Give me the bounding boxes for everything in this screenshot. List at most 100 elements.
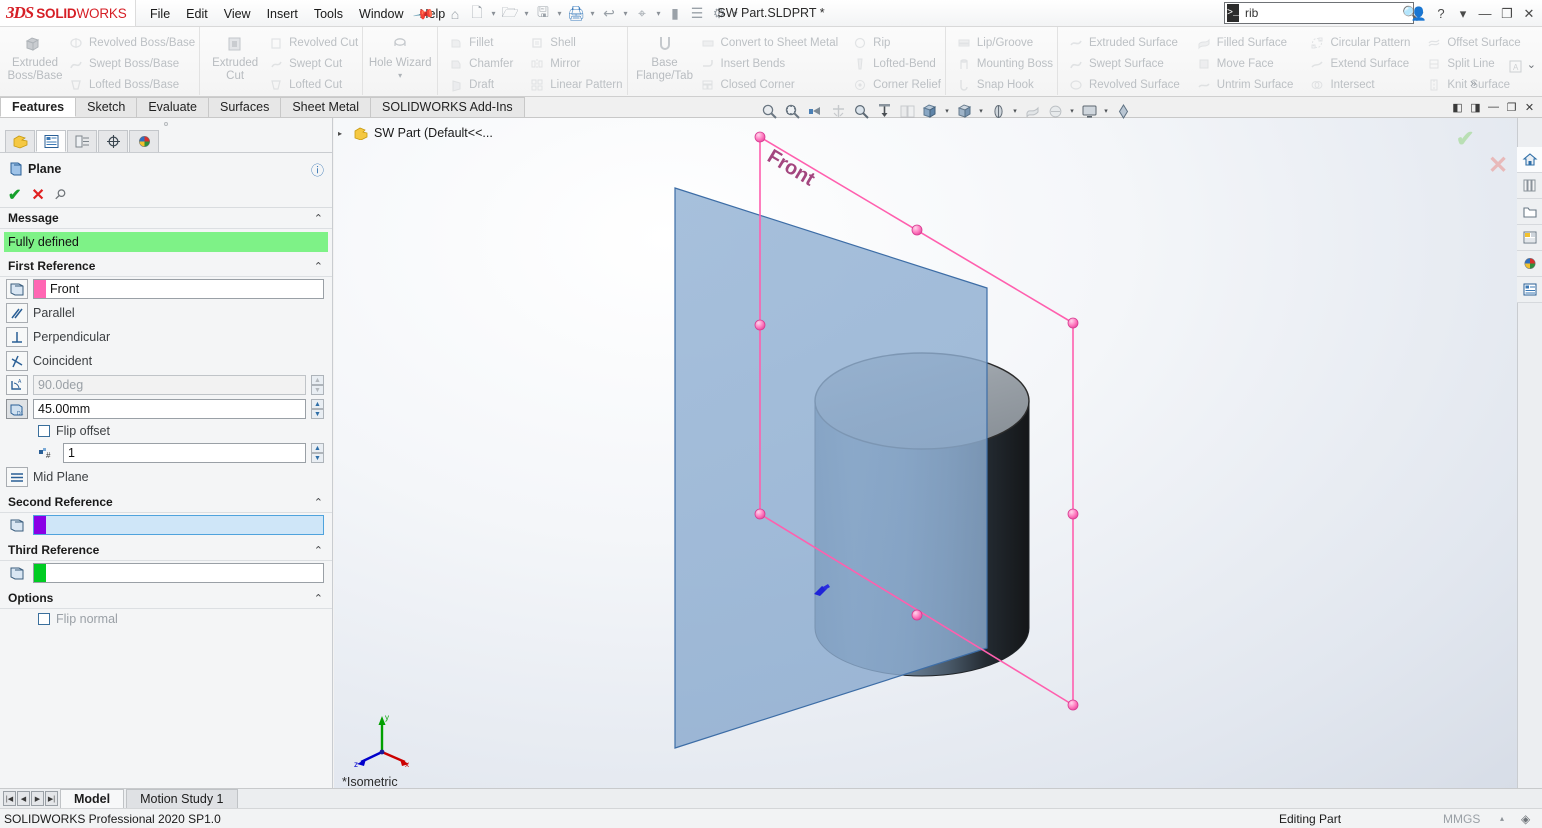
coincident-constraint-row[interactable]: Coincident	[0, 349, 332, 373]
save-icon[interactable]: 🖫	[532, 1, 554, 27]
move-face-item[interactable]: Move Face	[1194, 53, 1294, 74]
rebuild-icon[interactable]: ▮	[664, 1, 686, 27]
search-input[interactable]	[1239, 5, 1402, 21]
perpendicular-constraint-row[interactable]: Perpendicular	[0, 325, 332, 349]
base-flange-tab-button[interactable]: BaseFlange/Tab	[632, 29, 698, 82]
filled-surface-item[interactable]: Filled Surface	[1194, 32, 1294, 53]
section-message-header[interactable]: Message ⌃	[0, 208, 332, 229]
section-third-reference-chevron-icon[interactable]: ⌃	[314, 544, 323, 557]
text-tool-icon[interactable]: A	[1507, 58, 1524, 78]
task-pane-design-library[interactable]	[1517, 173, 1542, 199]
options-list-icon[interactable]: ☰	[686, 1, 708, 27]
menu-view[interactable]: View	[216, 3, 259, 25]
feature-manager-tab[interactable]	[5, 130, 35, 152]
circular-pattern-item[interactable]: Circular Pattern	[1307, 32, 1410, 53]
rip-item[interactable]: Rip	[850, 32, 941, 53]
section-message-chevron-icon[interactable]: ⌃	[314, 212, 323, 225]
doc-close-icon[interactable]: ✕	[1521, 99, 1538, 116]
display-manager-tab[interactable]	[129, 130, 159, 152]
tab-features[interactable]: Features	[0, 97, 76, 117]
tab-evaluate[interactable]: Evaluate	[136, 97, 209, 117]
search-box[interactable]: >_ 🔍 ▾	[1224, 2, 1414, 24]
lip-groove-item[interactable]: Lip/Groove	[954, 32, 1053, 53]
restore-icon[interactable]: ❐	[1496, 1, 1518, 27]
solidworks-logo[interactable]: 3DS SOLIDWORKS	[0, 0, 136, 27]
new-document-icon[interactable]: 🗋	[466, 1, 488, 27]
panel-splitter-handle[interactable]	[0, 118, 332, 130]
fillet-item[interactable]: Fillet	[446, 32, 513, 53]
flip-normal-checkbox[interactable]	[38, 613, 50, 625]
appearance-sphere-icon[interactable]	[1112, 101, 1134, 121]
section-second-reference-chevron-icon[interactable]: ⌃	[314, 496, 323, 509]
linear-pattern-item[interactable]: Linear Pattern	[527, 74, 622, 95]
lofted-cut-item[interactable]: Lofted Cut	[266, 74, 358, 95]
extruded-cut-button[interactable]: ExtrudedCut	[204, 29, 266, 82]
snap-hook-item[interactable]: Snap Hook	[954, 74, 1053, 95]
offset-distance-spinner[interactable]: ▲▼	[311, 399, 324, 419]
expander-icon[interactable]: ▸	[338, 129, 350, 138]
panel-right-icon[interactable]: ◨	[1467, 99, 1484, 116]
shell-item[interactable]: Shell	[527, 32, 622, 53]
lofted-boss-base-item[interactable]: Lofted Boss/Base	[66, 74, 195, 95]
gear-icon[interactable]: ⚙	[708, 1, 730, 27]
edit-appearance-icon[interactable]	[953, 101, 975, 121]
tab-surfaces[interactable]: Surfaces	[208, 97, 281, 117]
revolved-boss-base-item[interactable]: Revolved Boss/Base	[66, 32, 195, 53]
tab-sketch[interactable]: Sketch	[75, 97, 137, 117]
revolved-surface-item[interactable]: Revolved Surface	[1066, 74, 1180, 95]
units-caret-icon[interactable]: ▴	[1500, 814, 1504, 823]
corner-relief-item[interactable]: Corner Relief	[850, 74, 941, 95]
section-first-reference-header[interactable]: First Reference ⌃	[0, 256, 332, 277]
status-units-label[interactable]: MMGS	[1443, 812, 1480, 826]
cancel-button[interactable]: ✕	[31, 185, 44, 205]
zoom-to-area-icon[interactable]	[781, 101, 803, 121]
menu-window[interactable]: Window	[351, 3, 411, 25]
hide-show-items-icon[interactable]	[896, 101, 918, 121]
previous-view-icon[interactable]	[804, 101, 826, 121]
section-first-reference-chevron-icon[interactable]: ⌃	[314, 260, 323, 273]
view-orientation-icon[interactable]	[850, 101, 872, 121]
undo-icon[interactable]: ↩	[598, 1, 620, 27]
parallel-constraint-row[interactable]: Parallel	[0, 301, 332, 325]
third-reference-input[interactable]	[33, 563, 324, 583]
flip-offset-checkbox[interactable]	[38, 425, 50, 437]
mirror-item[interactable]: Mirror	[527, 53, 622, 74]
chamfer-item[interactable]: Chamfer	[446, 53, 513, 74]
revolved-cut-item[interactable]: Revolved Cut	[266, 32, 358, 53]
measure-icon[interactable]	[873, 101, 895, 121]
new-document-caret-icon[interactable]: ▾	[488, 1, 499, 27]
task-pane-solidworks-resources[interactable]	[1517, 147, 1542, 173]
display-style-icon[interactable]	[919, 101, 941, 121]
task-pane-file-explorer[interactable]	[1517, 199, 1542, 225]
task-pane-view-palette[interactable]	[1517, 225, 1542, 251]
extruded-surface-item[interactable]: Extruded Surface	[1066, 32, 1180, 53]
draft-item[interactable]: Draft	[446, 74, 513, 95]
section-view-icon[interactable]	[827, 101, 849, 121]
section-second-reference-header[interactable]: Second Reference ⌃	[0, 492, 332, 513]
minimize-icon[interactable]: —	[1474, 1, 1496, 27]
undo-caret-icon[interactable]: ▾	[620, 1, 631, 27]
number-of-planes-spinner[interactable]: ▲▼	[311, 443, 324, 463]
section-options-header[interactable]: Options ⌃	[0, 588, 332, 609]
zoom-to-fit-icon[interactable]	[758, 101, 780, 121]
confirm-cancel-icon[interactable]: ✕	[1488, 151, 1508, 180]
number-of-planes-input[interactable]: 1	[63, 443, 306, 463]
extend-surface-item[interactable]: Extend Surface	[1307, 53, 1410, 74]
apply-scene-caret-icon[interactable]: ▾	[1010, 101, 1020, 121]
bottom-tab-model[interactable]: Model	[60, 789, 124, 808]
apply-scene-icon[interactable]	[987, 101, 1009, 121]
previous-icon[interactable]: ◀	[17, 791, 30, 806]
extruded-boss-base-button[interactable]: ExtrudedBoss/Base	[4, 29, 66, 82]
tab-sheet-metal[interactable]: Sheet Metal	[280, 97, 371, 117]
mounting-boss-item[interactable]: Mounting Boss	[954, 53, 1053, 74]
doc-restore-icon[interactable]: ❐	[1503, 99, 1520, 116]
feature-tree-root[interactable]: ▸ SW Part (Default<<...	[338, 126, 493, 140]
hole-wizard-button[interactable]: Hole Wizard ▾	[367, 29, 433, 80]
print-icon[interactable]: 🖨	[565, 1, 587, 27]
select-icon[interactable]: ⌖	[631, 1, 653, 27]
offset-distance-input[interactable]: 45.00mm	[33, 399, 306, 419]
edit-appearance-caret-icon[interactable]: ▾	[976, 101, 986, 121]
viewport-layout-caret-icon[interactable]: ▾	[1101, 101, 1111, 121]
gear-caret-icon[interactable]: ▾	[730, 1, 741, 27]
print-caret-icon[interactable]: ▾	[587, 1, 598, 27]
